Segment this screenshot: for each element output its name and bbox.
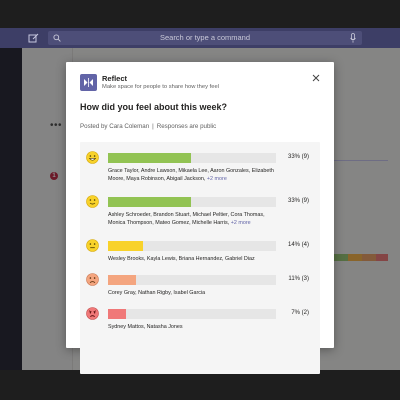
search-placeholder: Search or type a command xyxy=(159,33,251,42)
search-icon xyxy=(53,34,61,42)
result-bar-track xyxy=(108,153,276,163)
meta-separator: | xyxy=(152,123,154,130)
reflect-dialog: Reflect Make space for people to share h… xyxy=(66,62,334,374)
close-icon[interactable] xyxy=(310,72,322,84)
result-bar-fill xyxy=(108,241,144,251)
result-bar-fill xyxy=(108,197,192,207)
angry-face-icon xyxy=(86,307,99,320)
posted-by: Posted by Cara Coleman xyxy=(80,123,150,130)
result-percent: 33% (9) xyxy=(287,154,309,160)
names-text: Wesley Brooks, Kayla Lewis, Briana Herna… xyxy=(108,256,255,262)
result-percent: 33% (9) xyxy=(287,198,309,204)
result-percent: 11% (3) xyxy=(288,276,309,282)
visibility-label: Responses are public xyxy=(156,123,217,130)
result-percent: 7% (2) xyxy=(291,310,309,316)
reflect-app-logo xyxy=(80,74,97,91)
poll-meta: Posted by Cara Coleman | Responses are pub… xyxy=(80,123,216,130)
respondent-names: Sydney Mattos, Natasha Jones xyxy=(108,324,283,332)
grinning-face-icon xyxy=(86,151,99,164)
app-title-bar xyxy=(0,0,400,28)
app-description: Make space for people to share how they … xyxy=(102,84,219,90)
smiling-face-icon xyxy=(86,195,99,208)
neutral-face-icon xyxy=(86,239,99,252)
result-bar-track xyxy=(108,241,276,251)
microphone-icon[interactable] xyxy=(350,33,356,43)
respondent-names: Corey Gray, Nathan Rigby, Isabel Garcia xyxy=(108,290,283,298)
result-bar-track xyxy=(108,197,276,207)
results-panel: 33% (9) Grace Taylor, Andre Lawson, Mika… xyxy=(80,142,320,374)
result-bar-fill xyxy=(108,309,126,319)
result-percent: 14% (4) xyxy=(287,242,309,248)
names-text: Corey Gray, Nathan Rigby, Isabel Garcia xyxy=(108,290,206,296)
poll-question: How did you feel about this week? xyxy=(80,102,228,112)
respondent-names: Ashley Schroeder, Brandon Stuart, Michae… xyxy=(108,212,283,227)
frowning-face-icon xyxy=(86,273,99,286)
result-bar-track xyxy=(108,309,276,319)
names-text: Sydney Mattos, Natasha Jones xyxy=(108,324,183,330)
respondent-names: Grace Taylor, Andre Lawson, Mikaela Lee,… xyxy=(108,168,283,183)
reflect-logo-icon xyxy=(84,78,93,87)
app-bottom-bar xyxy=(0,370,400,400)
result-bar-track xyxy=(108,275,276,285)
app-name: Reflect xyxy=(102,74,128,83)
search-input[interactable]: Search or type a command xyxy=(48,31,362,45)
more-link[interactable]: +2 more xyxy=(231,220,251,226)
result-bar-fill xyxy=(108,153,192,163)
more-link[interactable]: +2 more xyxy=(207,176,227,182)
result-bar-fill xyxy=(108,275,136,285)
compose-icon[interactable] xyxy=(28,32,40,44)
respondent-names: Wesley Brooks, Kayla Lewis, Briana Herna… xyxy=(108,256,283,264)
names-text: Grace Taylor, Andre Lawson, Mikaela Lee,… xyxy=(108,168,274,182)
